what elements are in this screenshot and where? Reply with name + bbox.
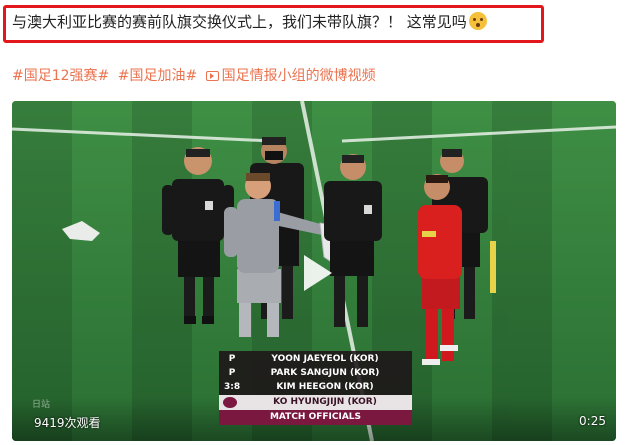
official-role: 3:8 bbox=[224, 382, 241, 392]
whistle-icon bbox=[223, 397, 237, 408]
referee-name: KO HYUNGJIJN (KOR) bbox=[273, 397, 377, 407]
post-text-content: 与澳大利亚比赛的赛前队旗交换仪式上，我们未带队旗？！ 这常见吗 bbox=[12, 13, 467, 31]
official-name: KIM HEEGON (KOR) bbox=[276, 382, 374, 392]
referee-row: KO HYUNGJIJN (KOR) bbox=[219, 395, 412, 410]
hashtag-go-team[interactable]: #国足加油# bbox=[118, 68, 197, 84]
official-role: P bbox=[228, 368, 236, 378]
video-source-link[interactable]: 国足情报小组的微博视频 bbox=[205, 68, 376, 84]
video-duration: 0:25 bbox=[579, 414, 606, 428]
hashtag-row: #国足12强赛# #国足加油# 国足情报小组的微博视频 bbox=[12, 66, 380, 86]
official-name: PARK SANGJUN (KOR) bbox=[270, 368, 380, 378]
officials-list: P YOON JAEYEOL (KOR) P PARK SANGJUN (KOR… bbox=[219, 351, 412, 395]
official-name: YOON JAEYEOL (KOR) bbox=[271, 354, 379, 364]
match-officials-graphic: P YOON JAEYEOL (KOR) P PARK SANGJUN (KOR… bbox=[219, 351, 412, 425]
hashtag-12-qualifier[interactable]: #国足12强赛# bbox=[12, 68, 109, 84]
official-row: P YOON JAEYEOL (KOR) bbox=[219, 352, 412, 366]
post-text: 与澳大利亚比赛的赛前队旗交换仪式上，我们未带队旗？！ 这常见吗 bbox=[12, 12, 487, 32]
weibo-post: ········ 与澳大利亚比赛的赛前队旗交换仪式上，我们未带队旗？！ 这常见吗… bbox=[0, 0, 640, 445]
official-role: P bbox=[228, 354, 236, 364]
official-row: 3:8 KIM HEEGON (KOR) bbox=[219, 380, 412, 394]
official-row: P PARK SANGJUN (KOR) bbox=[219, 366, 412, 380]
video-player[interactable]: P YOON JAEYEOL (KOR) P PARK SANGJUN (KOR… bbox=[12, 101, 616, 441]
video-icon bbox=[205, 71, 219, 81]
watermark: 日站 bbox=[32, 400, 51, 410]
surprised-face-icon bbox=[468, 12, 487, 30]
officials-title: MATCH OFFICIALS bbox=[219, 410, 412, 425]
view-count: 9419次观看 bbox=[34, 416, 101, 430]
play-icon[interactable] bbox=[294, 251, 338, 295]
